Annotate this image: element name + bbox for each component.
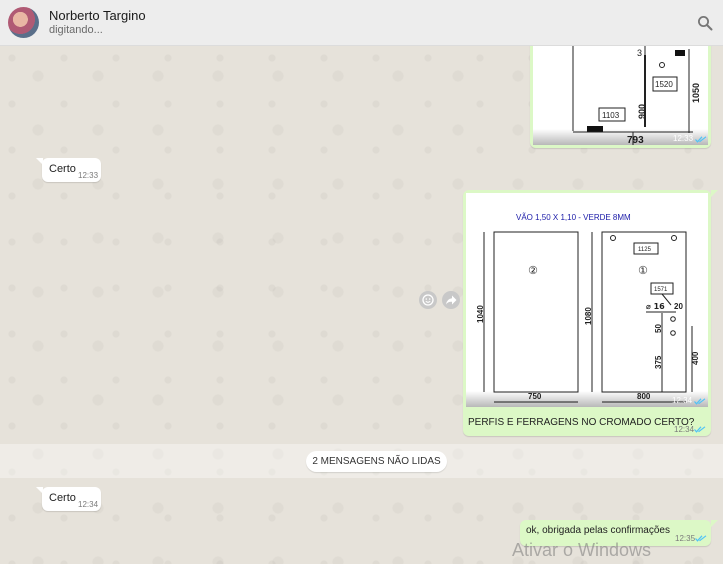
message-time: 12:33 [78, 171, 99, 180]
message-time: 12:34 [672, 396, 693, 405]
image-message-2[interactable]: VÃO 1,50 X 1,10 - VERDE 8MM ② 1040 750 1… [463, 190, 711, 436]
drawing-title: VÃO 1,50 X 1,10 - VERDE 8MM [516, 213, 631, 222]
react-emoji-button[interactable] [419, 291, 437, 309]
read-ticks-icon [695, 535, 707, 542]
panel-number-1: ① [638, 264, 648, 277]
windows-activation-watermark: Ativar o Windows [512, 540, 652, 560]
unread-messages-badge: 2 MENSAGENS NÃO LIDAS [306, 451, 447, 472]
read-ticks-icon [694, 426, 706, 433]
read-ticks-icon [695, 136, 707, 143]
read-ticks-icon [694, 398, 706, 405]
chat-header: Norberto Targino digitando... [0, 0, 723, 46]
contact-name[interactable]: Norberto Targino [49, 8, 146, 23]
message-incoming[interactable]: Certo 12:34 [42, 487, 101, 511]
bubble-tail [711, 520, 718, 527]
message-list[interactable]: 3 1520 1050 1103 900 793 12:33 Certo 12:… [0, 46, 723, 564]
drawing-image-2[interactable]: VÃO 1,50 X 1,10 - VERDE 8MM ② 1040 750 1… [466, 193, 708, 407]
bubble-tail [711, 190, 718, 197]
dim-label-20: 20 [674, 302, 683, 311]
message-text: ok, obrigada pelas confirmações [526, 525, 670, 536]
panel-number-2: ② [528, 264, 538, 277]
forward-icon [446, 295, 457, 305]
smiley-icon [422, 294, 434, 306]
dim-label-1050: 1050 [691, 83, 701, 103]
image-message-1[interactable]: 3 1520 1050 1103 900 793 12:33 [530, 46, 711, 148]
dim-label-1080: 1080 [584, 307, 593, 325]
search-icon[interactable] [697, 15, 713, 31]
technical-drawing-2: VÃO 1,50 X 1,10 - VERDE 8MM ② 1040 750 1… [476, 213, 700, 403]
dim-label-400: 400 [691, 351, 700, 365]
message-text: Certo [49, 163, 76, 175]
dim-label-phi16: ⌀ 16 [646, 302, 665, 311]
message-incoming[interactable]: Certo 12:33 [42, 158, 101, 182]
dim-label-1040: 1040 [476, 305, 485, 323]
message-time: 12:34 [674, 425, 695, 434]
drawing-image-1[interactable]: 3 1520 1050 1103 900 793 12:33 [533, 46, 708, 145]
typing-status: digitando... [49, 24, 103, 36]
dim-label-1125: 1125 [638, 247, 652, 253]
dim-label-900: 900 [637, 104, 647, 119]
message-text: PERFIS E FERRAGENS NO CROMADO CERTO? [468, 417, 695, 428]
message-time: 12:35 [675, 534, 696, 543]
dim-label-1571: 1571 [654, 287, 668, 293]
dim-label-3: 3 [637, 48, 642, 58]
forward-button[interactable] [442, 291, 460, 309]
message-time: 12:33 [673, 134, 694, 143]
avatar[interactable] [8, 7, 39, 38]
message-text: Certo [49, 492, 76, 504]
message-time: 12:34 [78, 500, 99, 509]
dim-label-50: 50 [654, 324, 663, 333]
dim-label-375: 375 [654, 355, 663, 369]
dim-label-1520: 1520 [655, 80, 673, 89]
dim-label-1103: 1103 [602, 111, 620, 120]
